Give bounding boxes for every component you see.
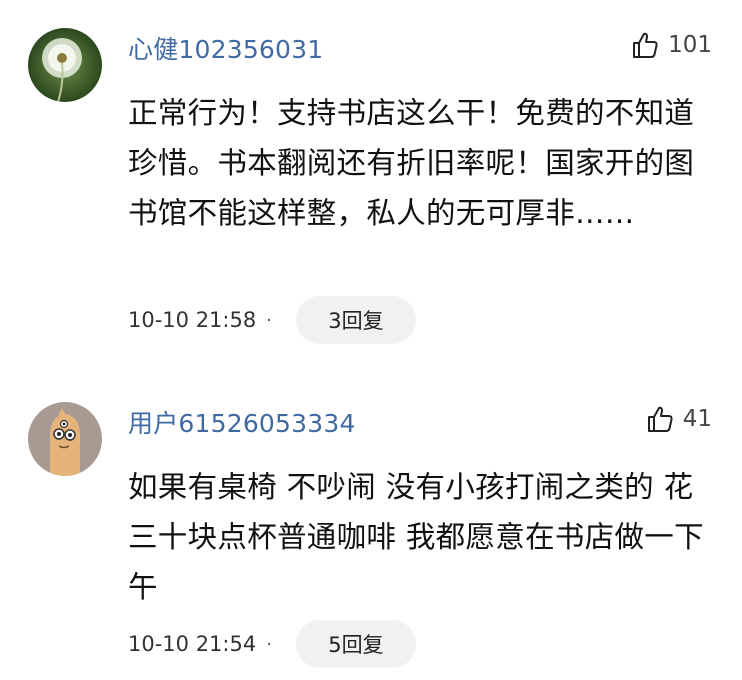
like-count: 101 xyxy=(668,32,712,58)
thumbs-up-icon xyxy=(633,32,658,58)
separator-dot: · xyxy=(266,309,272,331)
reply-button[interactable]: 3回复 xyxy=(295,296,416,344)
cartoon-avatar-icon xyxy=(28,402,102,476)
comment-item: 用户61526053334 41 如果有桌椅 不吵闹 没有小孩打闹之类的 花三十… xyxy=(0,372,742,680)
username[interactable]: 心健102356031 xyxy=(128,30,323,66)
reply-button[interactable]: 5回复 xyxy=(295,620,416,668)
like-button[interactable]: 101 xyxy=(630,30,712,60)
comment-meta: 10-10 21:54 · 5回复 xyxy=(128,620,416,668)
comment-text: 如果有桌椅 不吵闹 没有小孩打闹之类的 花三十块点杯普通咖啡 我都愿意在书店做一… xyxy=(128,470,704,604)
separator-dot: · xyxy=(266,633,272,655)
username[interactable]: 用户61526053334 xyxy=(128,404,356,440)
avatar[interactable] xyxy=(28,28,102,102)
like-button[interactable]: 41 xyxy=(645,404,712,434)
comment-meta: 10-10 21:58 · 3回复 xyxy=(128,296,416,344)
avatar[interactable] xyxy=(28,402,102,476)
timestamp: 10-10 21:58 xyxy=(128,308,257,332)
thumbs-up-icon xyxy=(647,406,673,432)
comment-item: 心健102356031 101 正常行为！支持书店这么干！免费的不知道珍惜。书本… xyxy=(0,0,742,372)
like-count: 41 xyxy=(682,406,712,432)
dandelion-avatar-icon xyxy=(28,28,102,102)
comment-text: 正常行为！支持书店这么干！免费的不知道珍惜。书本翻阅还有折旧率呢！国家开的图书馆… xyxy=(128,96,695,230)
timestamp: 10-10 21:54 xyxy=(128,632,257,656)
